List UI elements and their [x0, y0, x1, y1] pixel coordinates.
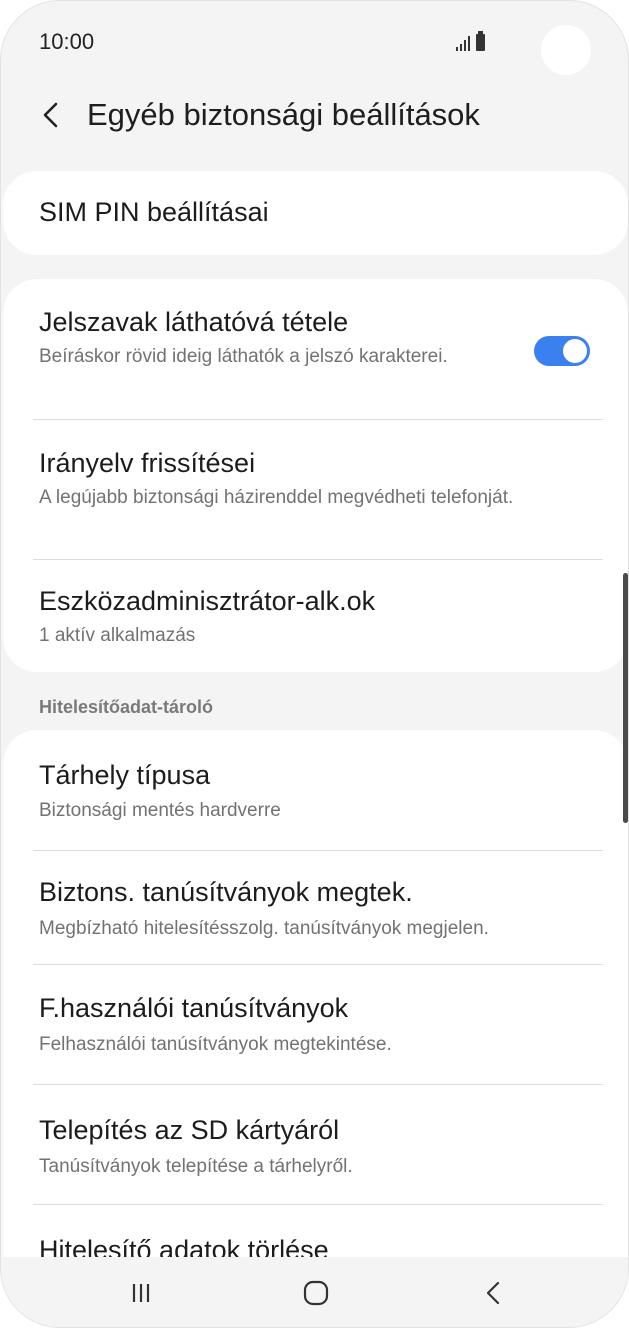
user-certificates-subtitle: Felhasználói tanúsítványok megtekintése. — [39, 1034, 392, 1055]
policy-updates-title: Irányelv frissítései — [39, 448, 256, 478]
navigation-bar — [1, 1257, 628, 1327]
sim-pin-card: SIM PIN beállításai — [3, 171, 628, 255]
credential-storage-header: Hitelesítőadat-tároló — [39, 697, 214, 717]
battery-icon — [476, 31, 485, 51]
install-from-sd-subtitle: Tanúsítványok telepítése a tárhelyről. — [39, 1156, 353, 1177]
trusted-certificates-title: Biztons. tanúsítványok megtek. — [39, 877, 413, 907]
show-passwords-subtitle: Beíráskor rövid ideig láthatók a jelszó … — [39, 346, 448, 367]
policy-updates-item[interactable]: Irányelv frissítései A legújabb biztonsá… — [3, 420, 628, 559]
toggle-knob — [561, 337, 589, 365]
sim-pin-settings-item[interactable]: SIM PIN beállításai — [3, 171, 628, 255]
status-bar: 10:00 — [1, 1, 628, 85]
user-certificates-title: F.használói tanúsítványok — [39, 993, 349, 1023]
signal-icon — [456, 35, 470, 51]
nav-back-button[interactable] — [463, 1271, 523, 1315]
back-icon — [486, 1281, 500, 1305]
phone-screen: 10:00 Egyéb biztonsági beállítások SIM P… — [0, 0, 629, 1328]
back-button[interactable] — [31, 93, 71, 137]
sim-pin-settings-label: SIM PIN beállításai — [39, 197, 269, 227]
device-admin-apps-title: Eszközadminisztrátor-alk.ok — [39, 586, 376, 616]
chevron-left-icon — [43, 102, 58, 128]
device-admin-apps-item[interactable]: Eszközadminisztrátor-alk.ok 1 aktív alka… — [3, 560, 628, 672]
install-from-sd-title: Telepítés az SD kártyáról — [39, 1115, 340, 1145]
credential-storage-card: Tárhely típusa Biztonsági mentés hardver… — [3, 730, 628, 1290]
trusted-certificates-item[interactable]: Biztons. tanúsítványok megtek. Megbízhat… — [3, 851, 628, 964]
user-certificates-item[interactable]: F.használói tanúsítványok Felhasználói t… — [3, 965, 628, 1084]
install-from-sd-item[interactable]: Telepítés az SD kártyáról Tanúsítványok … — [3, 1085, 628, 1204]
storage-type-subtitle: Biztonsági mentés hardverre — [39, 800, 281, 821]
home-button[interactable] — [286, 1271, 346, 1315]
show-passwords-toggle[interactable] — [534, 336, 590, 366]
security-settings-card: Jelszavak láthatóvá tétele Beíráskor röv… — [3, 279, 628, 672]
recent-apps-icon — [132, 1284, 150, 1302]
home-icon — [303, 1280, 329, 1306]
scrollbar[interactable] — [623, 573, 628, 823]
camera-cutout — [541, 25, 591, 75]
trusted-certificates-subtitle: Megbízható hitelesítésszolg. tanúsítvány… — [39, 918, 489, 939]
status-icons — [456, 31, 485, 51]
policy-updates-subtitle: A legújabb biztonsági házirenddel megvéd… — [39, 487, 514, 508]
app-header: Egyéb biztonsági beállítások — [1, 85, 628, 145]
status-time: 10:00 — [39, 29, 95, 54]
device-admin-apps-subtitle: 1 aktív alkalmazás — [39, 625, 196, 646]
recent-apps-button[interactable] — [111, 1271, 171, 1315]
storage-type-title: Tárhely típusa — [39, 760, 211, 790]
storage-type-item[interactable]: Tárhely típusa Biztonsági mentés hardver… — [3, 730, 628, 850]
page-title: Egyéb biztonsági beállítások — [87, 97, 480, 132]
show-passwords-title: Jelszavak láthatóvá tétele — [39, 307, 349, 337]
